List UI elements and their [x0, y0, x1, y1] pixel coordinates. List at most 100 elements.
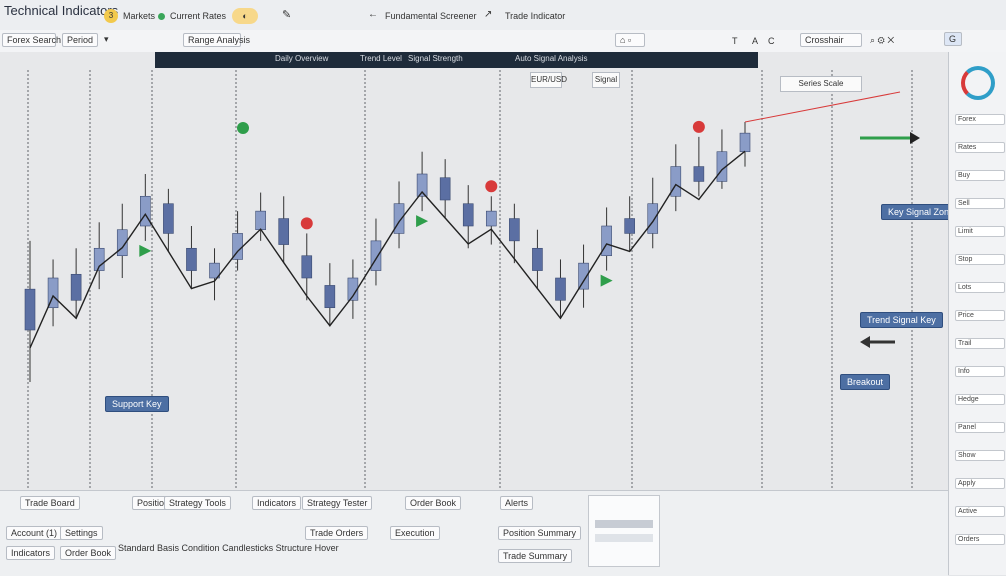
candle-body[interactable]: [324, 285, 336, 309]
candle-body[interactable]: [601, 225, 612, 257]
strip-label-3[interactable]: Signal Strength: [408, 54, 463, 63]
candle-body[interactable]: [163, 203, 174, 234]
strip-label-4[interactable]: Auto Signal Analysis: [515, 54, 588, 63]
candle-body[interactable]: [255, 210, 266, 231]
right-panel-item[interactable]: Panel: [955, 422, 1005, 433]
candlestick-chart[interactable]: [0, 52, 948, 490]
candle-body[interactable]: [624, 218, 635, 234]
toggle-icon[interactable]: ◐: [232, 8, 258, 24]
period-button[interactable]: Period: [62, 33, 98, 47]
bottom-tab[interactable]: Strategy Tester: [302, 496, 373, 510]
indicator-strip: Daily Overview Trend Level Signal Streng…: [155, 52, 758, 68]
candle-body[interactable]: [647, 203, 659, 234]
bottom-tab[interactable]: Alerts: [500, 496, 534, 510]
right-panel-item[interactable]: Rates: [955, 142, 1005, 153]
bottom-panel-field[interactable]: Settings: [60, 526, 103, 540]
mini-dialog[interactable]: [588, 495, 660, 567]
right-panel-item[interactable]: Stop: [955, 254, 1005, 265]
bottom-panel-field[interactable]: Execution: [390, 526, 440, 540]
annotation-tag-4[interactable]: Support Key: [105, 396, 169, 412]
status-dot-icon: [158, 13, 165, 20]
candle-body[interactable]: [278, 218, 290, 245]
forward-icon[interactable]: ↗: [484, 9, 492, 20]
right-panel-item[interactable]: Trail: [955, 338, 1005, 349]
gauge-icon: [961, 66, 995, 100]
candle-body[interactable]: [393, 203, 405, 234]
strip-label-2[interactable]: Trend Level: [360, 54, 402, 63]
candle-body[interactable]: [370, 240, 382, 271]
candle-body[interactable]: [670, 166, 682, 197]
menu-fundamental-screener[interactable]: Fundamental Screener: [385, 11, 477, 21]
right-panel-item[interactable]: Info: [955, 366, 1005, 377]
info-box-3[interactable]: Series Scale: [780, 76, 862, 92]
right-panel-item[interactable]: Lots: [955, 282, 1005, 293]
bottom-panel-field[interactable]: Position Summary: [498, 526, 582, 540]
buy-signal-icon[interactable]: [139, 244, 152, 257]
tool-t[interactable]: T: [732, 36, 738, 46]
candle-body[interactable]: [739, 132, 751, 153]
candle-body[interactable]: [532, 247, 543, 271]
tool-a[interactable]: A: [752, 36, 758, 46]
menu-current-rates[interactable]: Current Rates: [170, 11, 226, 21]
candle-body[interactable]: [693, 166, 705, 182]
right-panel-item[interactable]: Hedge: [955, 394, 1005, 405]
right-panel-item[interactable]: Price: [955, 310, 1005, 321]
camera-icon[interactable]: ⌕ ⚙ ✕: [870, 35, 894, 46]
dialog-bar: [595, 520, 653, 528]
candle-body[interactable]: [140, 195, 151, 227]
bottom-tab[interactable]: Order Book: [405, 496, 462, 510]
lock-icon[interactable]: ⌂ ▫: [615, 33, 645, 47]
back-icon[interactable]: ←: [368, 9, 378, 20]
bottom-tab[interactable]: Strategy Tools: [164, 496, 231, 510]
chart-area[interactable]: EUR/USD Signal Series Scale Key Signal Z…: [0, 52, 997, 490]
right-panel-item[interactable]: Orders: [955, 534, 1005, 545]
buy-signal-icon[interactable]: [600, 274, 613, 287]
annotation-tag-2[interactable]: Trend Signal Key: [860, 312, 943, 328]
right-panel-item[interactable]: Buy: [955, 170, 1005, 181]
tool-bar: Forex Search Period ▾ Range Analysis ⌂ ▫…: [0, 30, 1006, 53]
candle-body[interactable]: [301, 255, 313, 279]
crosshair-button[interactable]: Crosshair: [800, 33, 862, 47]
tool-c[interactable]: C: [768, 36, 775, 46]
buy-signal-icon[interactable]: [416, 215, 429, 228]
right-panel-item[interactable]: Show: [955, 450, 1005, 461]
info-box-2[interactable]: Signal: [592, 72, 620, 88]
tool-g[interactable]: G: [944, 32, 962, 46]
candle-body[interactable]: [555, 277, 566, 301]
annotation-tag-3[interactable]: Breakout: [840, 374, 891, 390]
sell-signal-icon[interactable]: [300, 217, 313, 230]
menu-markets[interactable]: Markets: [123, 11, 155, 21]
right-panel: Forex Rates Buy Sell Limit Stop Lots Price Trail…: [948, 52, 1006, 575]
candle-body[interactable]: [186, 247, 197, 271]
candle-body[interactable]: [24, 288, 36, 331]
arrow-head-icon: [860, 336, 870, 348]
candle-body[interactable]: [485, 210, 497, 227]
bottom-panel: Trade Board Position Strategy Tools Indicat…: [0, 490, 948, 576]
strip-label-1[interactable]: Daily Overview: [275, 54, 328, 63]
forex-search-button[interactable]: Forex Search: [2, 33, 61, 47]
bottom-panel-field[interactable]: Indicators: [6, 546, 56, 560]
info-box-1[interactable]: EUR/USD: [530, 72, 567, 88]
bottom-panel-field[interactable]: Trade Summary: [498, 549, 573, 563]
candle-body[interactable]: [509, 218, 520, 242]
range-analysis-button[interactable]: Range Analysis: [183, 33, 250, 47]
sell-signal-icon[interactable]: [485, 180, 498, 193]
dropdown-icon[interactable]: ▾: [104, 34, 109, 45]
bottom-tab[interactable]: Trade Board: [20, 496, 80, 510]
right-panel-item[interactable]: Active: [955, 506, 1005, 517]
candle-body[interactable]: [70, 273, 82, 301]
notification-badge[interactable]: 3: [104, 9, 118, 23]
candle-body[interactable]: [439, 177, 451, 201]
bottom-panel-field[interactable]: Order Book: [60, 546, 117, 560]
right-panel-item[interactable]: Sell: [955, 198, 1005, 209]
sell-signal-icon[interactable]: [692, 120, 705, 133]
right-panel-item[interactable]: Limit: [955, 226, 1005, 237]
bottom-tab[interactable]: Indicators: [252, 496, 302, 510]
candle-body[interactable]: [462, 203, 474, 227]
pencil-icon[interactable]: ✎: [282, 8, 291, 21]
bottom-panel-field[interactable]: Account (1): [6, 526, 63, 540]
right-panel-item[interactable]: Forex: [955, 114, 1005, 125]
bottom-panel-field[interactable]: Trade Orders: [305, 526, 369, 540]
menu-trade-indicator[interactable]: Trade Indicator: [505, 11, 565, 21]
right-panel-item[interactable]: Apply: [955, 478, 1005, 489]
